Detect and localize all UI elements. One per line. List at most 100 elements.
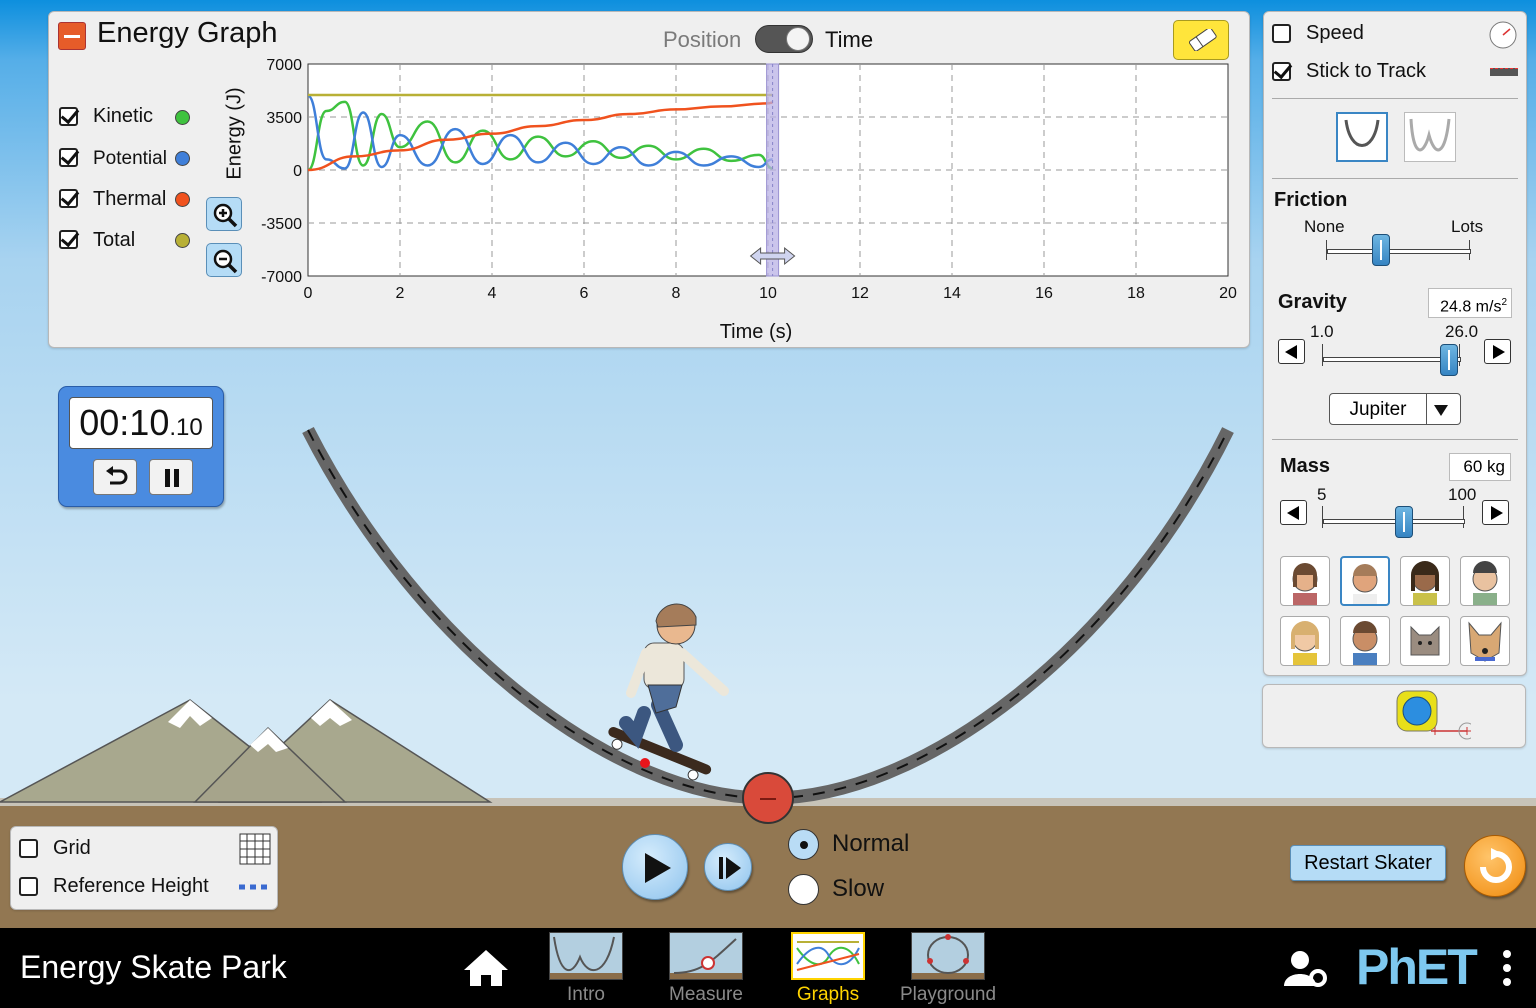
speed-label: Speed <box>1306 22 1364 44</box>
reference-height-checkbox[interactable] <box>19 877 38 896</box>
x-tick-label: 20 <box>1219 285 1237 302</box>
y-tick-label: 0 <box>293 163 302 180</box>
skater-avatar-icon <box>1292 563 1318 605</box>
stick-to-track-option[interactable]: Stick to Track <box>1272 60 1426 82</box>
navigation-bar: Energy Skate Park Intro Measure Graphs P… <box>0 928 1536 1008</box>
skater-option-cat[interactable] <box>1400 616 1450 666</box>
track-type-u-button[interactable] <box>1336 112 1388 162</box>
gravity-slider-thumb[interactable] <box>1440 344 1459 376</box>
potential-checkbox[interactable] <box>59 148 78 167</box>
kinetic-checkbox[interactable] <box>59 107 78 126</box>
gravity-slider[interactable] <box>1322 344 1461 376</box>
x-tick-label: 18 <box>1127 285 1145 302</box>
track-type-w-button[interactable] <box>1404 112 1456 162</box>
tab-playground-label: Playground <box>899 984 997 1005</box>
mass-decrease-button[interactable] <box>1280 500 1307 525</box>
tab-graphs[interactable]: Graphs <box>788 928 868 1008</box>
normal-radio[interactable] <box>788 829 819 860</box>
zoom-in-button[interactable] <box>206 197 242 231</box>
total-checkbox[interactable] <box>59 230 78 249</box>
slow-label: Slow <box>832 875 885 902</box>
mass-slider[interactable] <box>1322 506 1465 538</box>
erase-graph-button[interactable] <box>1173 20 1229 60</box>
position-time-toggle[interactable] <box>755 25 813 53</box>
step-forward-button[interactable] <box>704 843 752 891</box>
reference-height-option[interactable]: Reference Height <box>19 875 209 897</box>
skater-avatar-icon <box>1411 561 1439 605</box>
zoom-out-button[interactable] <box>206 243 242 277</box>
legend-total[interactable]: Total <box>59 229 190 251</box>
total-color-dot <box>175 233 190 248</box>
skater-option-dog[interactable] <box>1460 616 1510 666</box>
measuring-tape-icon[interactable] <box>1391 687 1471 745</box>
speed-option[interactable]: Speed <box>1272 22 1364 44</box>
reset-all-button[interactable] <box>1464 835 1526 897</box>
tab-intro-label: Intro <box>566 984 606 1005</box>
legend-potential[interactable]: Potential <box>59 148 190 169</box>
gravity-increase-button[interactable] <box>1484 339 1511 364</box>
thermal-checkbox[interactable] <box>59 189 78 208</box>
tab-intro[interactable]: Intro <box>546 928 626 1008</box>
track-control-point[interactable] <box>742 772 794 824</box>
stick-to-track-checkbox[interactable] <box>1272 62 1291 81</box>
y-tick-label: 3500 <box>266 110 302 127</box>
home-icon[interactable] <box>462 948 510 988</box>
stopwatch-pause-button[interactable] <box>149 459 193 495</box>
skater-avatar-icon <box>1352 564 1378 604</box>
skater-option-2[interactable] <box>1340 556 1390 606</box>
speed-checkbox[interactable] <box>1272 24 1291 43</box>
mass-slider-thumb[interactable] <box>1395 506 1414 538</box>
skater-option-5[interactable] <box>1280 616 1330 666</box>
restart-skater-button[interactable]: Restart Skater <box>1290 845 1446 881</box>
friction-slider-thumb[interactable] <box>1371 234 1390 266</box>
gravity-decrease-button[interactable] <box>1278 339 1305 364</box>
skater-avatar-icon <box>1352 621 1378 665</box>
slow-radio[interactable] <box>788 874 819 905</box>
planet-selected-value: Jupiter <box>1349 399 1407 420</box>
arrow-left-icon <box>1285 345 1297 359</box>
mass-min-label: 5 <box>1317 485 1327 504</box>
intro-screen-icon <box>549 932 623 980</box>
x-tick-label: 8 <box>672 285 681 302</box>
grid-option[interactable]: Grid <box>19 837 91 859</box>
measure-screen-icon <box>669 932 743 980</box>
x-axis-label: Time (s) <box>720 321 793 343</box>
legend-thermal[interactable]: Thermal <box>59 188 190 210</box>
legend-kinetic[interactable]: Kinetic <box>59 105 190 127</box>
mass-increase-button[interactable] <box>1482 500 1509 525</box>
tab-measure[interactable]: Measure <box>666 928 746 1008</box>
grid-checkbox[interactable] <box>19 839 38 858</box>
play-icon <box>645 853 671 883</box>
skater-option-3[interactable] <box>1400 556 1450 606</box>
step-forward-icon <box>719 857 741 879</box>
chevron-down-icon <box>1434 405 1448 416</box>
divider <box>1272 178 1518 179</box>
friction-max-label: Lots <box>1451 217 1484 236</box>
divider <box>1272 439 1518 440</box>
y-tick-label: 7000 <box>266 57 302 74</box>
tab-playground[interactable]: Playground <box>900 928 996 1008</box>
planet-select[interactable]: Jupiter <box>1329 393 1461 425</box>
play-button[interactable] <box>622 834 688 900</box>
stopwatch-reset-button[interactable] <box>93 459 137 495</box>
friction-slider[interactable] <box>1326 234 1471 266</box>
skater-option-1[interactable] <box>1280 556 1330 606</box>
tab-graphs-label: Graphs <box>796 984 860 1005</box>
thermal-color-dot <box>175 192 190 207</box>
kinetic-color-dot <box>175 110 190 125</box>
graphs-screen-icon <box>791 932 865 980</box>
grid-options-panel: Grid Reference Height <box>10 826 278 910</box>
menu-icon[interactable] <box>1500 948 1514 990</box>
grid-icon <box>239 833 271 865</box>
skater[interactable] <box>596 595 736 785</box>
reset-all-icon <box>1480 848 1512 883</box>
mass-value: 60 kg <box>1463 457 1505 476</box>
stopwatch-time: 00:10 <box>79 402 170 443</box>
skater-option-4[interactable] <box>1460 556 1510 606</box>
phet-logo[interactable]: PhET <box>1356 938 1478 996</box>
collapse-graph-button[interactable] <box>58 22 86 50</box>
skater-option-6[interactable] <box>1340 616 1390 666</box>
eraser-icon <box>1189 29 1217 51</box>
stopwatch[interactable]: 00:10.10 <box>58 386 224 507</box>
user-settings-icon[interactable] <box>1282 948 1330 988</box>
